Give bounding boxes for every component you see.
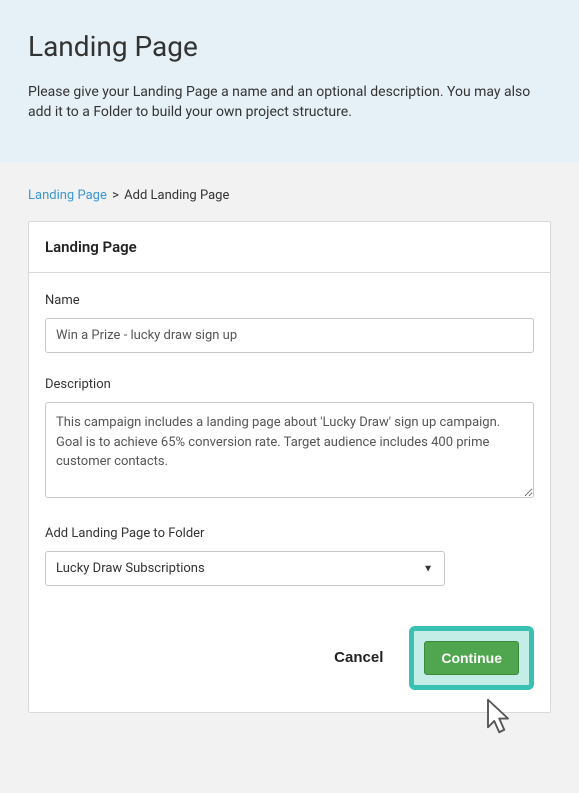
- panel-footer: Cancel Continue: [29, 616, 550, 712]
- page-header: Landing Page Please give your Landing Pa…: [0, 0, 579, 162]
- folder-select[interactable]: Lucky Draw Subscriptions: [45, 551, 445, 586]
- description-group: Description This campaign includes a lan…: [45, 377, 534, 502]
- breadcrumb-current: Add Landing Page: [124, 188, 229, 203]
- cancel-button[interactable]: Cancel: [320, 639, 397, 676]
- form-panel: Landing Page Name Description This campa…: [28, 221, 551, 713]
- breadcrumb-separator: >: [112, 188, 119, 203]
- name-group: Name: [45, 293, 534, 353]
- description-label: Description: [45, 377, 534, 392]
- folder-label: Add Landing Page to Folder: [45, 526, 534, 541]
- folder-select-wrapper: Lucky Draw Subscriptions ▼: [45, 551, 445, 586]
- panel-heading: Landing Page: [29, 222, 550, 273]
- breadcrumb-link[interactable]: Landing Page: [28, 188, 107, 203]
- name-label: Name: [45, 293, 534, 308]
- description-textarea[interactable]: This campaign includes a landing page ab…: [45, 402, 534, 498]
- continue-button[interactable]: Continue: [424, 641, 519, 675]
- cursor-icon: [483, 697, 513, 735]
- panel-body: Name Description This campaign includes …: [29, 273, 550, 616]
- continue-highlight: Continue: [409, 626, 534, 690]
- name-input[interactable]: [45, 318, 534, 353]
- folder-group: Add Landing Page to Folder Lucky Draw Su…: [45, 526, 534, 586]
- page-title: Landing Page: [28, 30, 551, 63]
- page-subtitle: Please give your Landing Page a name and…: [28, 83, 551, 122]
- breadcrumb: Landing Page > Add Landing Page: [28, 162, 551, 221]
